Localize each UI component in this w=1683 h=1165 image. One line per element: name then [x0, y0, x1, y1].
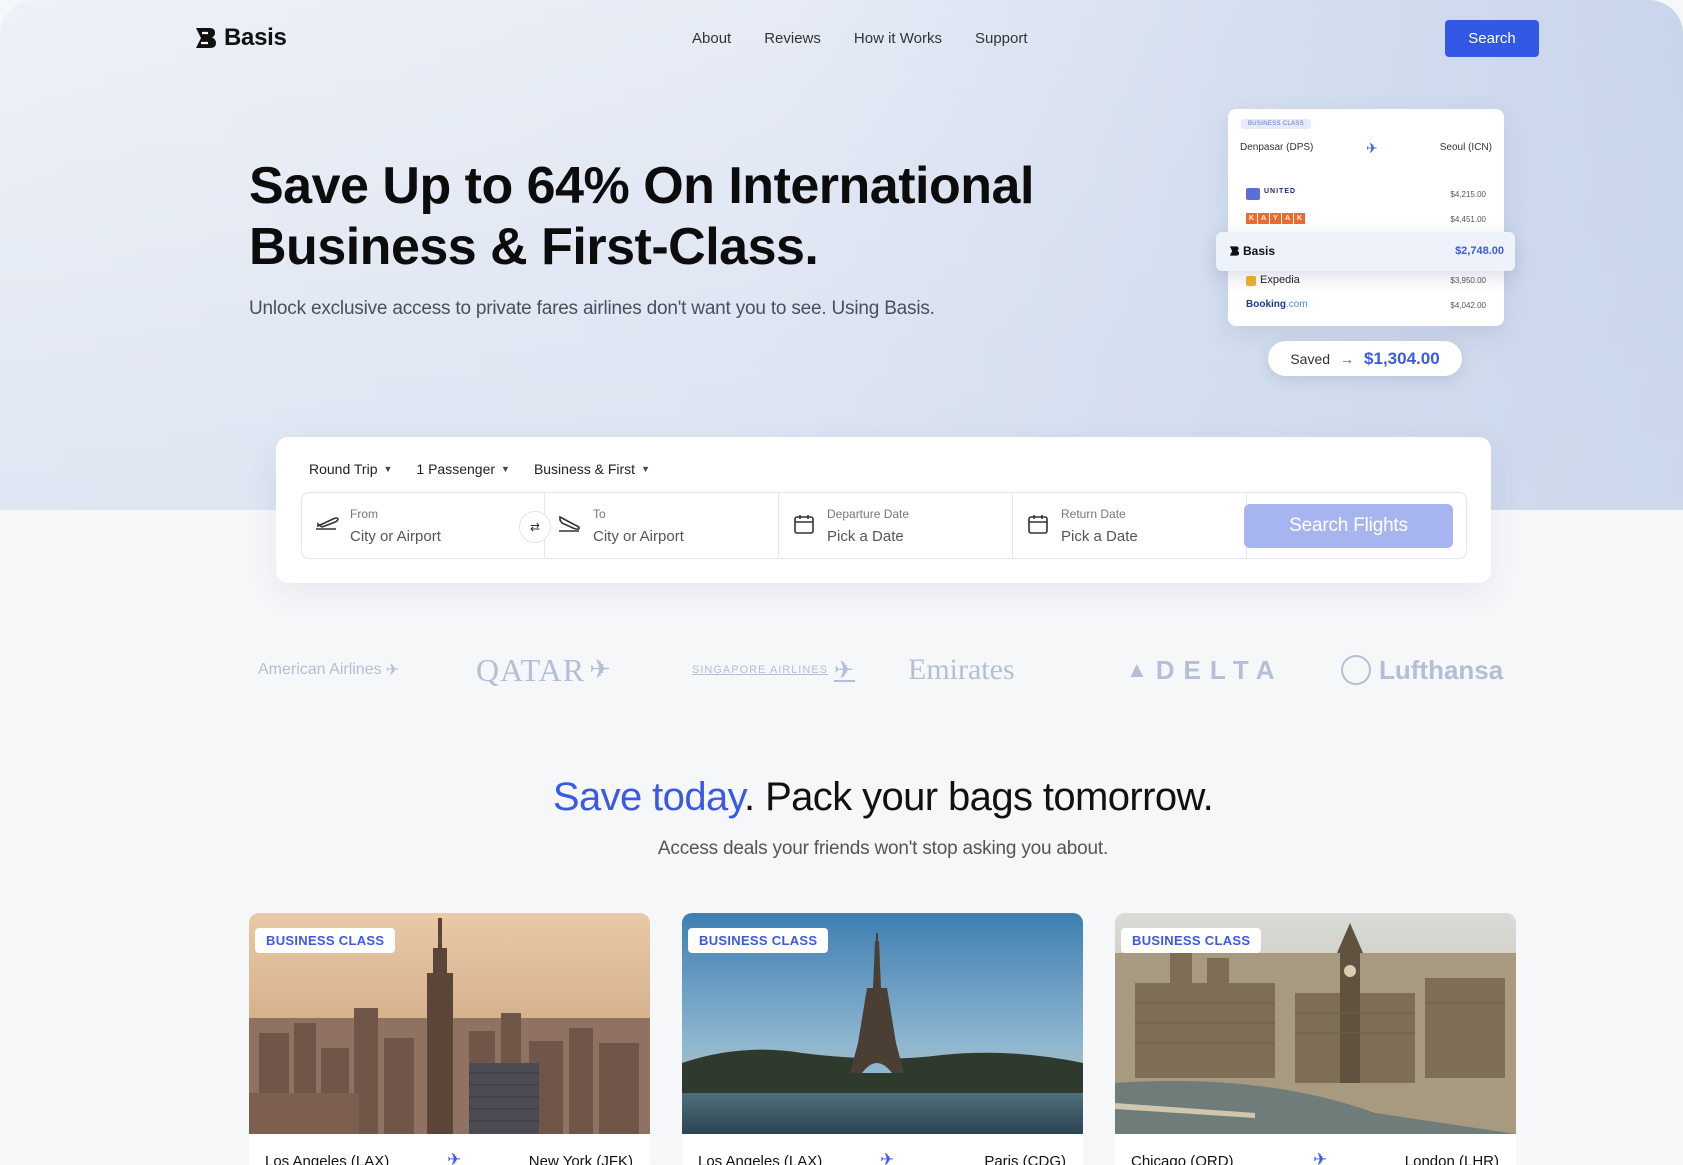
- departure-date-input[interactable]: Pick a Date: [827, 528, 904, 545]
- cabin-badge: BUSINESS CLASS: [688, 928, 829, 953]
- united-logo: UNITED: [1246, 188, 1296, 200]
- comparison-price: $4,451.00: [1450, 215, 1486, 224]
- from-label: From: [350, 507, 378, 521]
- to-field[interactable]: To City or Airport: [545, 493, 779, 558]
- top-nav: Basis About Reviews How it Works Support…: [0, 0, 1683, 80]
- qatar-logo: QATAR ✈: [476, 651, 612, 688]
- return-date-field[interactable]: Return Date Pick a Date: [1013, 493, 1247, 558]
- passenger-dropdown[interactable]: 1 Passenger ▼: [416, 461, 510, 477]
- to-input[interactable]: City or Airport: [593, 528, 684, 545]
- basis-logo-icon: [196, 28, 216, 48]
- cabin-badge: BUSINESS CLASS: [1121, 928, 1262, 953]
- american-airlines-logo: American Airlines ✈: [258, 661, 400, 679]
- chevron-down-icon: ▼: [501, 464, 510, 474]
- nav-link-how-it-works[interactable]: How it Works: [854, 30, 942, 47]
- from-field[interactable]: From City or Airport: [302, 493, 545, 558]
- cabin-class-dropdown[interactable]: Business & First ▼: [534, 461, 650, 477]
- deals-title-rest: . Pack your bags tomorrow.: [744, 775, 1214, 819]
- nav-link-about[interactable]: About: [692, 30, 731, 47]
- hero-title: Save Up to 64% On International Business…: [249, 156, 1129, 278]
- booking-logo: Booking.com: [1246, 299, 1308, 310]
- comparison-row-kayak: KAYAK $4,451.00: [1246, 213, 1486, 229]
- deal-card-paris[interactable]: BUSINESS CLASS Los Angeles (LAX) ✈ Paris…: [682, 913, 1083, 1165]
- deal-from: Los Angeles (LAX): [698, 1153, 823, 1165]
- delta-logo: ▲ DELTA: [1126, 654, 1284, 685]
- plane-icon: ✈: [1366, 140, 1378, 156]
- chevron-down-icon: ▼: [383, 464, 393, 474]
- search-options: Round Trip ▼ 1 Passenger ▼ Business & Firs…: [309, 461, 650, 477]
- expedia-logo: Expedia: [1246, 274, 1300, 286]
- from-input[interactable]: City or Airport: [350, 528, 441, 545]
- takeoff-icon: [314, 513, 340, 535]
- return-date-label: Return Date: [1061, 507, 1126, 521]
- calendar-icon: [791, 513, 817, 535]
- singapore-airlines-logo: SINGAPORE AIRLINES ✈: [692, 656, 856, 684]
- landing-icon: [557, 513, 583, 535]
- airline-logos: American Airlines ✈ QATAR ✈ SINGAPORE AIRL…: [258, 645, 1508, 695]
- nav-link-reviews[interactable]: Reviews: [764, 30, 821, 47]
- cabin-badge: BUSINESS CLASS: [1241, 119, 1311, 129]
- to-label: To: [593, 507, 606, 521]
- comparison-price: $4,215.00: [1450, 190, 1486, 199]
- nav-search-button[interactable]: Search: [1445, 20, 1539, 57]
- hero-title-line-2: Business & First-Class.: [249, 218, 819, 276]
- deal-card-london[interactable]: BUSINESS CLASS Chicago (ORD) ✈ London (L…: [1115, 913, 1516, 1165]
- cabin-badge: BUSINESS CLASS: [255, 928, 396, 953]
- deal-to: New York (JFK): [528, 1153, 633, 1165]
- emirates-logo: Emirates: [908, 653, 1015, 686]
- plane-icon: ✈: [1313, 1150, 1328, 1165]
- price-comparison-card: BUSINESS CLASS Denpasar (DPS) ✈ Seoul (I…: [1228, 109, 1504, 326]
- basis-row-brand: Basis: [1228, 244, 1275, 258]
- comparison-price: $3,950.00: [1450, 276, 1486, 285]
- trip-type-dropdown[interactable]: Round Trip ▼: [309, 461, 392, 477]
- deal-card-new-york[interactable]: BUSINESS CLASS Los Angeles (LAX) ✈ New Y…: [249, 913, 650, 1165]
- saved-label: Saved: [1290, 350, 1331, 367]
- basis-price: $2,748.00: [1455, 245, 1504, 257]
- search-flights-button[interactable]: Search Flights: [1244, 504, 1453, 548]
- saved-pill: Saved → $1,304.00: [1268, 341, 1462, 376]
- plane-icon: ✈: [880, 1150, 895, 1165]
- swap-airports-button[interactable]: ⇄: [519, 511, 551, 543]
- route-to: Seoul (ICN): [1439, 142, 1492, 153]
- deals-title-accent: Save today: [552, 775, 745, 819]
- hero-subtitle: Unlock exclusive access to private fares…: [249, 298, 935, 319]
- kayak-logo: KAYAK: [1246, 213, 1305, 224]
- comparison-price: $4,042.00: [1450, 301, 1486, 310]
- comparison-row-expedia: Expedia $3,950.00: [1246, 274, 1486, 290]
- route-from: Denpasar (DPS): [1240, 142, 1314, 153]
- return-date-input[interactable]: Pick a Date: [1061, 528, 1138, 545]
- plane-icon: ✈: [447, 1150, 462, 1165]
- page-frame: Basis About Reviews How it Works Support…: [0, 0, 1683, 1165]
- deals-subtitle: Access deals your friends won't stop ask…: [657, 838, 1109, 859]
- deal-from: Los Angeles (LAX): [265, 1153, 390, 1165]
- chevron-down-icon: ▼: [641, 464, 650, 474]
- departure-date-label: Departure Date: [827, 507, 910, 521]
- saved-amount: $1,304.00: [1364, 348, 1440, 368]
- deal-from: Chicago (ORD): [1131, 1153, 1234, 1165]
- logo[interactable]: Basis: [192, 24, 287, 52]
- calendar-icon: [1025, 513, 1051, 535]
- comparison-row-basis: Basis $2,748.00: [1216, 232, 1515, 271]
- departure-date-field[interactable]: Departure Date Pick a Date: [779, 493, 1013, 558]
- lufthansa-logo: Lufthansa: [1341, 645, 1503, 695]
- comparison-row-united: UNITED $4,215.00: [1246, 188, 1486, 204]
- deal-to: Paris (CDG): [984, 1153, 1066, 1165]
- arrow-right-icon: →: [1340, 350, 1355, 367]
- nav-links: About Reviews How it Works Support: [692, 30, 1028, 47]
- comparison-row-booking: Booking.com $4,042.00: [1246, 299, 1486, 315]
- deals-title: Save today. Pack your bags tomorrow.: [0, 775, 1683, 820]
- logo-text: Basis: [224, 24, 287, 51]
- basis-logo-icon: [1229, 246, 1240, 256]
- hero-title-line-1: Save Up to 64% On International: [249, 157, 1034, 215]
- nav-link-support[interactable]: Support: [975, 30, 1028, 47]
- deal-to: London (LHR): [1404, 1153, 1499, 1165]
